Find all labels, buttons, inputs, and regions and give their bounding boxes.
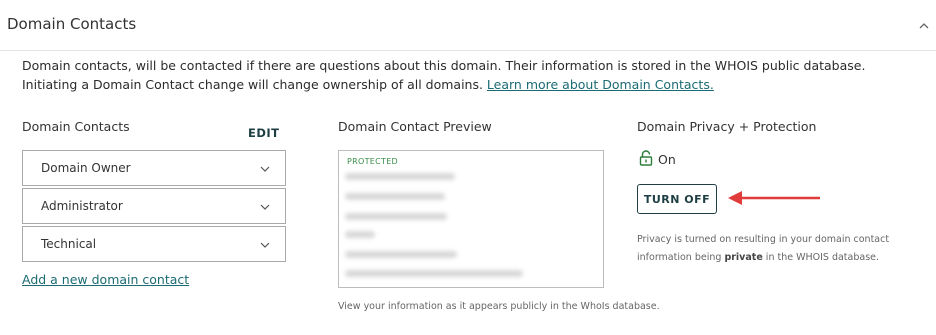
dropdown-administrator[interactable]: Administrator xyxy=(22,188,286,224)
redacted-line xyxy=(345,251,457,258)
privacy-note-text-end: in the WHOIS database. xyxy=(762,252,880,263)
intro-paragraph: Domain contacts, will be contacted if th… xyxy=(22,57,902,94)
protected-badge: PROTECTED xyxy=(347,157,399,166)
chevron-down-icon xyxy=(260,166,270,172)
privacy-status: On xyxy=(658,152,676,167)
add-contact-link[interactable]: Add a new domain contact xyxy=(22,272,189,287)
dropdown-label: Technical xyxy=(41,237,97,251)
chevron-down-icon xyxy=(260,242,270,248)
privacy-note-emphasis: private xyxy=(724,252,763,263)
contacts-column-title: Domain Contacts xyxy=(22,119,130,134)
dropdown-domain-owner[interactable]: Domain Owner xyxy=(22,150,286,186)
redacted-line xyxy=(345,270,523,277)
dropdown-technical[interactable]: Technical xyxy=(22,226,286,262)
privacy-column-title: Domain Privacy + Protection xyxy=(637,119,817,134)
dropdown-label: Domain Owner xyxy=(41,161,131,175)
left-arrow-icon xyxy=(728,191,820,205)
redacted-line xyxy=(345,193,445,200)
contact-preview-box: PROTECTED xyxy=(338,150,604,288)
redacted-line xyxy=(345,173,455,180)
section-title: Domain Contacts xyxy=(7,15,137,33)
section-header[interactable]: Domain Contacts xyxy=(0,0,936,51)
turn-off-button[interactable]: TURN OFF xyxy=(637,184,717,214)
chevron-down-icon xyxy=(260,204,270,210)
edit-button[interactable]: EDIT xyxy=(248,126,280,140)
dropdown-label: Administrator xyxy=(41,199,123,213)
redacted-line xyxy=(345,213,447,220)
preview-caption: View your information as it appears publ… xyxy=(338,301,660,312)
intro-text: Domain contacts, will be contacted if th… xyxy=(22,58,866,92)
privacy-note: Privacy is turned on resulting in your d… xyxy=(637,231,927,267)
learn-more-link[interactable]: Learn more about Domain Contacts. xyxy=(487,77,714,92)
redacted-line xyxy=(345,231,375,238)
chevron-up-icon[interactable] xyxy=(918,20,930,32)
unlocked-lock-icon xyxy=(639,150,653,166)
preview-column-title: Domain Contact Preview xyxy=(338,119,492,134)
